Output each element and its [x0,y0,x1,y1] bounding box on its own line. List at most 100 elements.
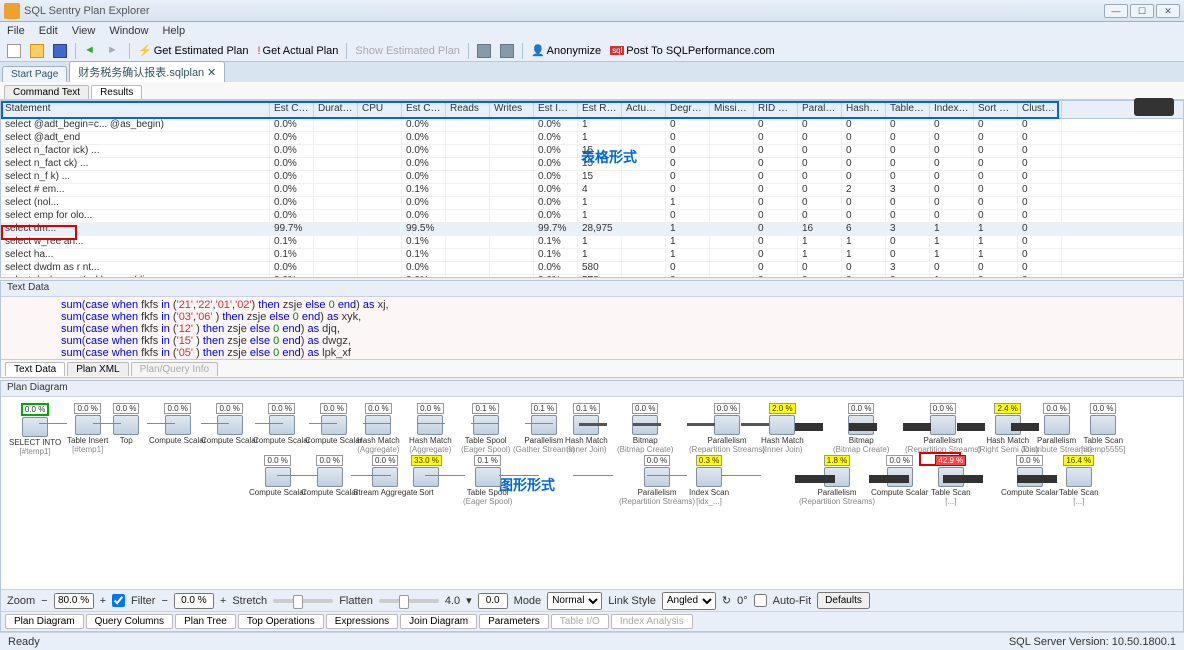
plan-node[interactable]: 0.0 %Parallelism(Repartition Streams) [619,455,695,506]
col-header[interactable]: Clustered ... [1018,101,1062,118]
bottom-tab[interactable]: Join Diagram [400,614,477,629]
filter-check[interactable] [112,594,125,607]
plan-node[interactable]: 0.0 %Compute Scalar [149,403,206,445]
bottom-tab[interactable]: Parameters [479,614,549,629]
menu-edit[interactable]: Edit [36,25,61,37]
new-icon[interactable] [4,42,24,60]
table-row[interactable]: select @adt_begin=c... @as_begin)0.0%0.0… [1,119,1183,132]
tab-command-text[interactable]: Command Text [4,85,89,99]
plan-node[interactable]: 0.1 %Hash Match(Inner Join) [565,403,608,454]
link-select[interactable]: Angled [662,592,716,610]
flatten-input[interactable] [478,593,508,609]
bottom-tab[interactable]: Expressions [326,614,398,629]
plan-node[interactable]: 0.1 %Table Spool(Eager Spool) [463,455,512,506]
col-header[interactable]: Est IO C... [534,101,578,118]
bottom-tab[interactable]: Index Analysis [611,614,693,629]
plan-node[interactable]: 0.0 %Bitmap(Bitmap Create) [617,403,673,454]
col-header[interactable]: Statement [1,101,270,118]
stretch-slider[interactable] [273,599,333,603]
table-row[interactable]: select dwdm as r nt...0.0%0.0%0.0%580000… [1,262,1183,275]
plan-node[interactable]: 0.0 %Compute Scalar [253,403,310,445]
plan-node[interactable]: 0.0 %Table Insert[#temp1] [67,403,108,454]
est-plan-button[interactable]: ⚡Get Estimated Plan [135,42,251,60]
maximize-button[interactable]: ☐ [1130,4,1154,18]
col-header[interactable]: Hash Mat... [842,101,886,118]
col-header[interactable]: Writes [490,101,534,118]
filter-minus-icon[interactable]: − [161,595,167,607]
minimize-button[interactable]: — [1104,4,1128,18]
table-row[interactable]: select @adt_end0.0%0.0%0.0%100000000 [1,132,1183,145]
fwd-icon[interactable]: ► [104,42,124,60]
flatten-dropdown-icon[interactable]: ▾ [466,594,472,607]
col-header[interactable]: Est Cost [270,101,314,118]
post-button[interactable]: sqlPost To SQLPerformance.com [607,42,778,60]
plan-node[interactable]: 0.0 %Top [113,403,139,445]
col-header[interactable]: Index Sca... [930,101,974,118]
plan-node[interactable]: 0.0 %SELECT INTO[#temp1] [9,403,61,456]
bottom-tab[interactable]: Top Operations [238,614,324,629]
tab-sqlplan-file[interactable]: 财务税务确认报表.sqlplan ✕ [69,61,225,82]
flatten-slider[interactable] [379,599,439,603]
col-header[interactable]: Reads [446,101,490,118]
col-header[interactable]: Est CPU C... [402,101,446,118]
plan-node[interactable]: 0.1 %Table Spool(Eager Spool) [461,403,510,454]
plan-node[interactable]: 33.0 %Sort [411,455,442,497]
plan-node[interactable]: 0.0 %Compute Scalar [201,403,258,445]
anon-button[interactable]: 👤Anonymize [528,42,604,60]
mode-select[interactable]: Normal [547,592,602,610]
plan-node[interactable]: 16.4 %Table Scan[...] [1059,455,1099,506]
act-plan-button[interactable]: !Get Actual Plan [254,42,341,60]
col-header[interactable]: Missing In... [710,101,754,118]
rotate-icon[interactable]: ↻ [722,594,731,607]
col-header[interactable]: Table Sca... [886,101,930,118]
tab-close-icon[interactable]: ✕ [207,67,216,79]
zoom-plus-icon[interactable]: + [100,595,106,607]
menu-view[interactable]: View [69,25,99,37]
open-icon[interactable] [27,42,47,60]
table-row[interactable]: select dm...99.7%99.5%99.7%28,9751016631… [1,223,1183,236]
menu-window[interactable]: Window [106,25,151,37]
layout1-icon[interactable] [474,42,494,60]
bottom-tab[interactable]: Plan Tree [175,614,236,629]
zoom-input[interactable] [54,593,94,609]
col-header[interactable]: Parallel O... [798,101,842,118]
table-row[interactable]: select ha...0.1%0.1%0.1%110110110 [1,249,1183,262]
col-header[interactable]: Est Rows [578,101,622,118]
table-row[interactable]: select n_factor ick) ...0.0%0.0%0.0%1500… [1,145,1183,158]
col-header[interactable]: RID Look... [754,101,798,118]
textdata-body[interactable]: sum(case when fkfs in ('21','22','01','0… [1,297,1183,359]
tab-plan-xml[interactable]: Plan XML [67,362,128,376]
plan-node[interactable]: 0.3 %Index Scan[idx_...] [689,455,729,506]
table-row[interactable]: select n_f k) ...0.0%0.0%0.0%1500000000 [1,171,1183,184]
col-header[interactable]: Degree o... [666,101,710,118]
table-row[interactable]: select n_fact ck) ...0.0%0.0%0.0%1500000… [1,158,1183,171]
find-overlay[interactable] [1134,98,1174,116]
plan-node[interactable]: 0.0 %Hash Match(Aggregate) [409,403,452,454]
col-header[interactable]: CPU [358,101,402,118]
table-row[interactable]: select # em...0.0%0.1%0.0%400023000 [1,184,1183,197]
table-row[interactable]: select dwdm sum(xyk) as x n(dj...0.0%0.0… [1,275,1183,277]
menu-help[interactable]: Help [159,25,188,37]
plan-node[interactable]: 0.0 %Compute Scalar [301,455,358,497]
show-est-button[interactable]: Show Estimated Plan [352,42,463,60]
table-row[interactable]: select emp for olo...0.0%0.0%0.0%1000000… [1,210,1183,223]
tab-text-data[interactable]: Text Data [5,362,65,376]
bottom-tab[interactable]: Query Columns [86,614,173,629]
defaults-button[interactable]: Defaults [817,592,870,609]
col-header[interactable]: Actual Rows [622,101,666,118]
plan-node[interactable]: 0.0 %Hash Match(Aggregate) [357,403,400,454]
bottom-tab[interactable]: Plan Diagram [5,614,84,629]
tab-plan-query[interactable]: Plan/Query Info [131,362,218,376]
layout2-icon[interactable] [497,42,517,60]
save-icon[interactable] [50,42,70,60]
col-header[interactable]: Duration [314,101,358,118]
plan-node[interactable]: 0.0 %Compute Scalar [305,403,362,445]
menu-file[interactable]: File [4,25,28,37]
close-button[interactable]: ✕ [1156,4,1180,18]
plan-node[interactable]: 0.0 %Stream Aggregate [353,455,417,497]
table-row[interactable]: select w_ree an...0.1%0.1%0.1%110110110 [1,236,1183,249]
bottom-tab[interactable]: Table I/O [551,614,609,629]
filter-plus-icon[interactable]: + [220,595,226,607]
plan-diagram[interactable]: 图形形式 0.0 %SELECT INTO[#temp1]0.0 %Table … [1,397,1183,589]
plan-node[interactable]: 0.0 %Parallelism(Repartition Streams) [689,403,765,454]
